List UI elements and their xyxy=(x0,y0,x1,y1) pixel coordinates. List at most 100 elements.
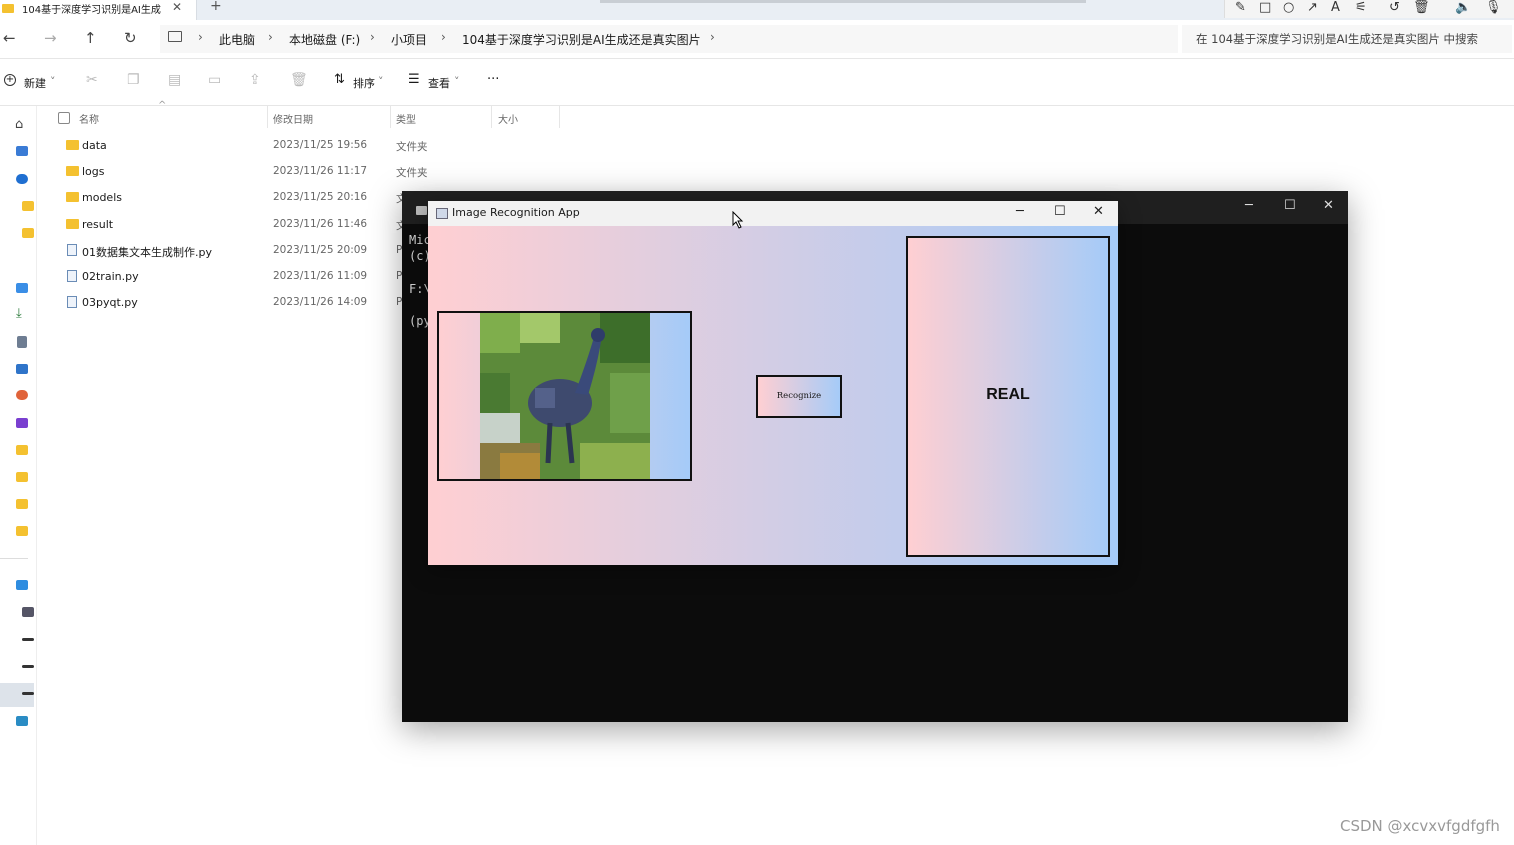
python-file-icon xyxy=(67,296,77,308)
chevron-right-icon[interactable]: › xyxy=(710,30,715,44)
new-tab-button[interactable]: + xyxy=(210,0,222,14)
maximize-icon[interactable]: ☐ xyxy=(1284,198,1296,213)
onedrive-icon[interactable] xyxy=(16,174,28,184)
new-button[interactable]: 新建 xyxy=(24,75,46,91)
highlighter-icon[interactable]: ⚟ xyxy=(1355,0,1367,15)
file-date: 2023/11/25 19:56 xyxy=(273,139,368,151)
documents-icon[interactable] xyxy=(17,336,27,348)
column-header-size[interactable]: 大小 xyxy=(498,111,518,126)
close-icon[interactable]: ✕ xyxy=(172,0,182,14)
plus-circle-icon: + xyxy=(4,74,16,86)
delete-icon[interactable]: 🗑 xyxy=(290,72,308,88)
file-name: 02train.py xyxy=(82,270,139,283)
sort-icon: ⇅ xyxy=(334,72,345,87)
drive-icon[interactable] xyxy=(22,665,34,668)
annotation-toolbar: ✎ □ ○ ↗ A ⚟ ↺ 🗑 🔈 🎙 xyxy=(1224,0,1514,18)
circle-icon[interactable]: ○ xyxy=(1283,0,1294,15)
network-icon[interactable] xyxy=(16,716,28,726)
more-button[interactable]: ··· xyxy=(487,72,499,87)
text-icon[interactable]: A xyxy=(1331,0,1340,15)
column-header-date[interactable]: 修改日期 xyxy=(273,111,313,126)
file-date: 2023/11/26 11:17 xyxy=(273,165,368,177)
app-title-bar[interactable]: Image Recognition App xyxy=(428,201,1118,226)
drive-icon[interactable] xyxy=(22,607,34,617)
folder-icon[interactable] xyxy=(16,472,28,482)
result-label: REAL xyxy=(986,386,1030,403)
close-icon[interactable]: ✕ xyxy=(1323,198,1334,213)
folder-icon xyxy=(2,4,14,13)
file-date: 2023/11/25 20:09 xyxy=(273,244,368,256)
copy-icon[interactable]: ❐ xyxy=(127,72,140,88)
breadcrumb-project-folder[interactable]: 104基于深度学习识别是AI生成还是真实图片 xyxy=(462,31,701,48)
search-input[interactable]: 在 104基于深度学习识别是AI生成还是真实图片 中搜索 xyxy=(1182,25,1512,53)
chevron-down-icon: ˅ xyxy=(378,75,384,88)
select-all-checkbox[interactable] xyxy=(58,112,70,124)
breadcrumb-this-pc[interactable]: 此电脑 xyxy=(219,31,255,48)
minimize-icon[interactable]: ─ xyxy=(1016,204,1024,219)
app-icon xyxy=(436,208,448,219)
drive-icon[interactable] xyxy=(22,692,34,695)
rename-icon[interactable]: ▭ xyxy=(208,72,221,88)
cut-icon[interactable]: ✂ xyxy=(86,72,98,88)
tab-scrollbar[interactable] xyxy=(600,0,1086,3)
file-date: 2023/11/25 20:16 xyxy=(273,191,368,203)
home-icon[interactable]: ⌂ xyxy=(15,117,23,132)
maximize-icon[interactable]: ☐ xyxy=(1054,204,1066,219)
download-icon[interactable]: ⤓ xyxy=(16,306,22,321)
minimize-icon[interactable]: ─ xyxy=(1245,198,1253,213)
file-type: 文件夹 xyxy=(396,167,428,179)
this-pc-icon[interactable] xyxy=(16,580,28,590)
column-header-name[interactable]: 名称 xyxy=(79,111,99,126)
breadcrumb-local-disk[interactable]: 本地磁盘 (F:) xyxy=(289,31,360,48)
folder-icon[interactable] xyxy=(16,526,28,536)
refresh-icon[interactable]: ↻ xyxy=(124,29,137,47)
undo-icon[interactable]: ↺ xyxy=(1389,0,1400,15)
nav-selected-highlight[interactable] xyxy=(0,683,34,707)
chevron-down-icon: ˅ xyxy=(50,75,56,88)
microphone-icon[interactable]: 🎙 xyxy=(1485,0,1502,15)
explorer-tab[interactable]: 104基于深度学习识别是AI生成 ✕ xyxy=(0,0,197,20)
close-icon[interactable]: ✕ xyxy=(1093,204,1104,219)
watermark: CSDN @xcvxvfgdfgfh xyxy=(1340,817,1500,835)
speaker-icon[interactable]: 🔈 xyxy=(1455,0,1471,15)
mouse-cursor-icon xyxy=(732,211,744,229)
up-icon[interactable]: ↑ xyxy=(84,29,97,47)
computer-icon xyxy=(168,31,182,42)
share-icon[interactable]: ⇪ xyxy=(249,72,261,88)
folder-icon xyxy=(66,166,79,176)
forward-icon[interactable]: → xyxy=(44,29,57,47)
sort-up-icon: ^ xyxy=(158,100,167,111)
nav-divider xyxy=(0,558,28,559)
column-separator[interactable] xyxy=(267,106,268,128)
folder-icon[interactable] xyxy=(22,201,34,211)
gallery-icon[interactable] xyxy=(16,146,28,156)
back-icon[interactable]: ← xyxy=(3,29,16,47)
paste-icon[interactable]: ▤ xyxy=(168,72,181,88)
trash-icon[interactable]: 🗑 xyxy=(1413,0,1430,15)
drive-icon[interactable] xyxy=(22,638,34,641)
arrow-icon[interactable]: ↗ xyxy=(1307,0,1318,15)
pen-icon[interactable]: ✎ xyxy=(1235,0,1246,15)
chevron-right-icon: › xyxy=(268,30,273,44)
breadcrumb-small-projects[interactable]: 小项目 xyxy=(391,31,427,48)
videos-icon[interactable] xyxy=(16,418,28,428)
folder-icon[interactable] xyxy=(22,228,34,238)
file-name: logs xyxy=(82,165,105,178)
folder-icon[interactable] xyxy=(16,445,28,455)
file-type: 文件夹 xyxy=(396,141,428,153)
desktop-icon[interactable] xyxy=(16,283,28,293)
column-separator[interactable] xyxy=(491,106,492,128)
column-header-type[interactable]: 类型 xyxy=(396,111,416,126)
column-separator[interactable] xyxy=(390,106,391,128)
column-separator[interactable] xyxy=(559,106,560,128)
rectangle-icon[interactable]: □ xyxy=(1259,0,1271,15)
music-icon[interactable] xyxy=(16,390,28,400)
folder-icon[interactable] xyxy=(16,499,28,509)
file-date: 2023/11/26 11:09 xyxy=(273,270,368,282)
pictures-icon[interactable] xyxy=(16,364,28,374)
file-name: 03pyqt.py xyxy=(82,296,138,309)
view-button[interactable]: 查看 xyxy=(428,75,450,91)
recognize-button[interactable]: Recognize xyxy=(756,375,842,418)
search-placeholder: 在 104基于深度学习识别是AI生成还是真实图片 中搜索 xyxy=(1196,32,1479,46)
sort-button[interactable]: 排序 xyxy=(353,75,375,91)
